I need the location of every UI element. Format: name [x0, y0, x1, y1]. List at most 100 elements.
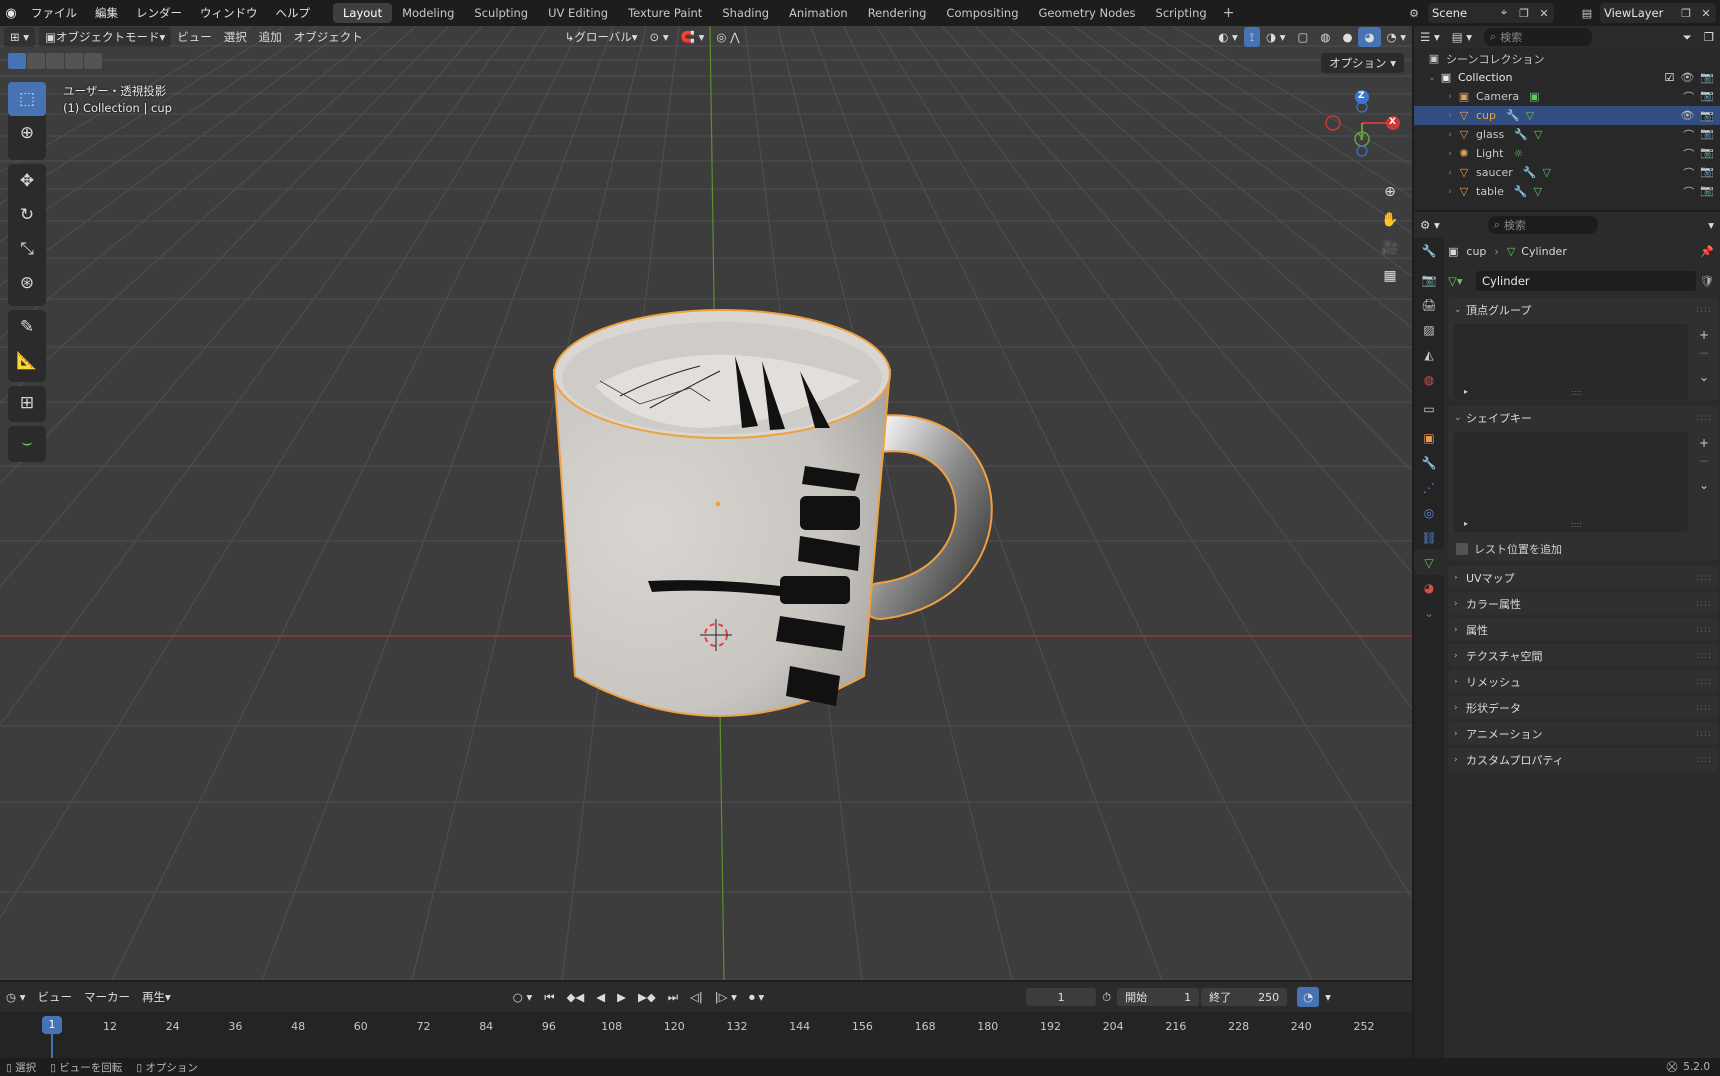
list-expand-icon[interactable]: ▸	[1464, 387, 1468, 396]
pin-icon[interactable]: ⌖	[1494, 6, 1514, 20]
render-tab-icon[interactable]: 📷	[1414, 267, 1444, 292]
menu-object[interactable]: オブジェクト	[288, 27, 369, 47]
view-layer-name[interactable]: ViewLayer	[1600, 6, 1676, 20]
checkbox-icon[interactable]: ☑	[1664, 71, 1674, 84]
light-data-icon[interactable]: ☼	[1513, 147, 1523, 160]
jump-start-icon[interactable]: ⏮	[538, 987, 560, 1007]
scene-selector[interactable]: Scene ⌖ ❐ ✕	[1428, 3, 1554, 23]
add-icon[interactable]: +	[1699, 436, 1709, 450]
constraints-tab-icon[interactable]: ⛓	[1414, 525, 1444, 550]
select-box-tool[interactable]: ⬚	[8, 82, 46, 116]
menu-render[interactable]: レンダー	[127, 3, 191, 23]
particles-tab-icon[interactable]: ⋰	[1414, 475, 1444, 500]
eye-closed-icon[interactable]: ⌒	[1683, 127, 1694, 143]
rotate-tool[interactable]: ↻	[8, 198, 46, 232]
outliner-search[interactable]: ⌕ 検索	[1484, 28, 1593, 46]
current-frame-indicator[interactable]: 1	[42, 1016, 62, 1034]
output-tab-icon[interactable]: 🖨	[1414, 292, 1444, 317]
view-layer-icon[interactable]: ▤	[1576, 3, 1598, 23]
relative-checkbox[interactable]	[1456, 543, 1468, 555]
material-tab-icon[interactable]: ◕	[1414, 575, 1444, 600]
expand-arrow-icon[interactable]: ›	[1444, 187, 1456, 197]
collapsed-panel-7[interactable]: › カスタムプロパティ::::	[1448, 748, 1718, 771]
collapsed-panel-0[interactable]: › UVマップ::::	[1448, 566, 1718, 589]
delete-view-layer-icon[interactable]: ✕	[1696, 7, 1716, 20]
timeline-ruler[interactable]: 1 12 24 36 48 60 72 84 96 108 120 132 144 156 168 180 1…	[0, 1012, 1412, 1062]
drag-grip-icon[interactable]: ::::	[1696, 599, 1712, 609]
add-icon[interactable]: +	[1699, 328, 1709, 342]
scene-collection-row[interactable]: ▣ シーンコレクション	[1414, 49, 1720, 68]
modifier-icon[interactable]: 🔧	[1514, 185, 1528, 198]
drag-grip-icon[interactable]: ::::	[1696, 677, 1712, 687]
render-camera-icon[interactable]: 📷	[1700, 109, 1714, 122]
drag-grip-icon[interactable]: ::::	[1696, 651, 1712, 661]
move-tool[interactable]: ✥	[8, 164, 46, 198]
solid-shading-icon[interactable]: ●	[1336, 27, 1358, 47]
camera-view-icon[interactable]: 🎥	[1378, 236, 1402, 260]
collapsed-panel-6[interactable]: › アニメーション::::	[1448, 722, 1718, 745]
drag-grip-icon[interactable]: ::::	[1696, 755, 1712, 765]
view-layer-selector[interactable]: ViewLayer ❐ ✕	[1600, 3, 1716, 23]
zoom-icon[interactable]: ⊕	[1378, 180, 1402, 204]
overlay-toggle-icon[interactable]: ◑ ▾	[1260, 27, 1291, 47]
auto-keying-icon[interactable]: ⏺ ▾	[743, 987, 770, 1007]
snap-icon[interactable]: 🧲 ▾	[675, 27, 711, 47]
mug-handle[interactable]	[861, 414, 993, 620]
eye-closed-icon[interactable]: ⌒	[1683, 89, 1694, 105]
tl-menu-marker[interactable]: マーカー	[78, 987, 136, 1007]
filter-icon[interactable]: ⏷	[1676, 27, 1697, 47]
properties-options-icon[interactable]: ▾	[1702, 215, 1720, 235]
gizmo-neg-x-icon[interactable]	[1325, 115, 1341, 131]
view-layer-tab-icon[interactable]: ▨	[1414, 317, 1444, 342]
pivot-point-icon[interactable]: ⊙ ▾	[644, 27, 675, 47]
outliner-item-2[interactable]: › ▽ glass 🔧 ▽ ⌒ 📷	[1414, 125, 1720, 144]
new-scene-icon[interactable]: ❐	[1514, 7, 1534, 20]
properties-search[interactable]: ⌕ 検索	[1487, 216, 1598, 234]
modifier-tab-icon[interactable]: 🔧	[1414, 450, 1444, 475]
tab-uv-editing[interactable]: UV Editing	[538, 3, 618, 23]
tl-menu-view[interactable]: ビュー	[31, 987, 78, 1007]
tab-texture-paint[interactable]: Texture Paint	[618, 3, 712, 23]
sync-icon[interactable]: ◔	[1297, 987, 1320, 1007]
mesh-data-icon[interactable]: ▽	[1542, 166, 1550, 179]
collapsed-panel-2[interactable]: › 属性::::	[1448, 618, 1718, 641]
tl-menu-playback[interactable]: 再生 ▾	[136, 987, 177, 1007]
curve-tool[interactable]: ⌣	[8, 426, 46, 460]
prev-marker-icon[interactable]: ◁|	[684, 987, 709, 1007]
display-mode-icon[interactable]: ▤ ▾	[1446, 27, 1478, 47]
select-intersect-icon[interactable]	[84, 53, 102, 69]
rendered-shading-icon[interactable]: ◔ ▾	[1381, 27, 1412, 47]
outliner-item-3[interactable]: › ✺ Light ☼ ⌒ 📷	[1414, 144, 1720, 163]
jump-end-icon[interactable]: ⏭	[662, 987, 684, 1007]
render-camera-icon[interactable]: 📷	[1700, 127, 1714, 143]
proportional-edit-icon[interactable]: ◎ ⋀	[710, 27, 745, 47]
vertex-groups-list[interactable]: ▸ :::: + − ⌄	[1454, 324, 1709, 400]
expand-arrow-icon[interactable]: ›	[1444, 111, 1456, 121]
blender-logo-icon[interactable]: ◉	[0, 0, 22, 26]
object-tab-icon[interactable]: ▣	[1414, 425, 1444, 450]
render-camera-icon[interactable]: 📷	[1700, 184, 1714, 200]
mesh-browse-icon[interactable]: ▽▾	[1448, 274, 1476, 288]
scene-tab-icon[interactable]: ◭	[1414, 342, 1444, 367]
select-extend-icon[interactable]	[27, 53, 45, 69]
camera-data-icon[interactable]: ▣	[1529, 90, 1539, 103]
mesh-name-field[interactable]: Cylinder	[1476, 271, 1696, 291]
outliner-editor-type[interactable]: ☰ ▾	[1414, 27, 1446, 47]
tab-scripting[interactable]: Scripting	[1146, 3, 1217, 23]
vertex-groups-header[interactable]: ⌄ 頂点グループ ::::	[1448, 298, 1718, 322]
collapsed-panel-3[interactable]: › テクスチャ空間::::	[1448, 644, 1718, 667]
ortho-grid-icon[interactable]: ▦	[1378, 264, 1402, 288]
drag-grip-icon[interactable]: ::::	[1696, 729, 1712, 739]
collapsed-panel-1[interactable]: › カラー属性::::	[1448, 592, 1718, 615]
outliner-item-0[interactable]: › ▣ Camera ▣ ⌒ 📷	[1414, 87, 1720, 106]
xray-icon[interactable]: ▢	[1292, 27, 1315, 47]
remove-icon[interactable]: −	[1699, 346, 1709, 360]
list-resize-icon[interactable]: ::::	[1571, 520, 1582, 529]
tab-rendering[interactable]: Rendering	[858, 3, 937, 23]
tab-compositing[interactable]: Compositing	[936, 3, 1028, 23]
timeline-editor-type[interactable]: ◷ ▾	[0, 987, 31, 1007]
drag-grip-icon[interactable]: ::::	[1696, 573, 1712, 583]
mesh-data-icon[interactable]: ▽	[1534, 185, 1542, 198]
collection-tab-icon[interactable]: ▭	[1414, 396, 1444, 421]
tab-animation[interactable]: Animation	[779, 3, 858, 23]
